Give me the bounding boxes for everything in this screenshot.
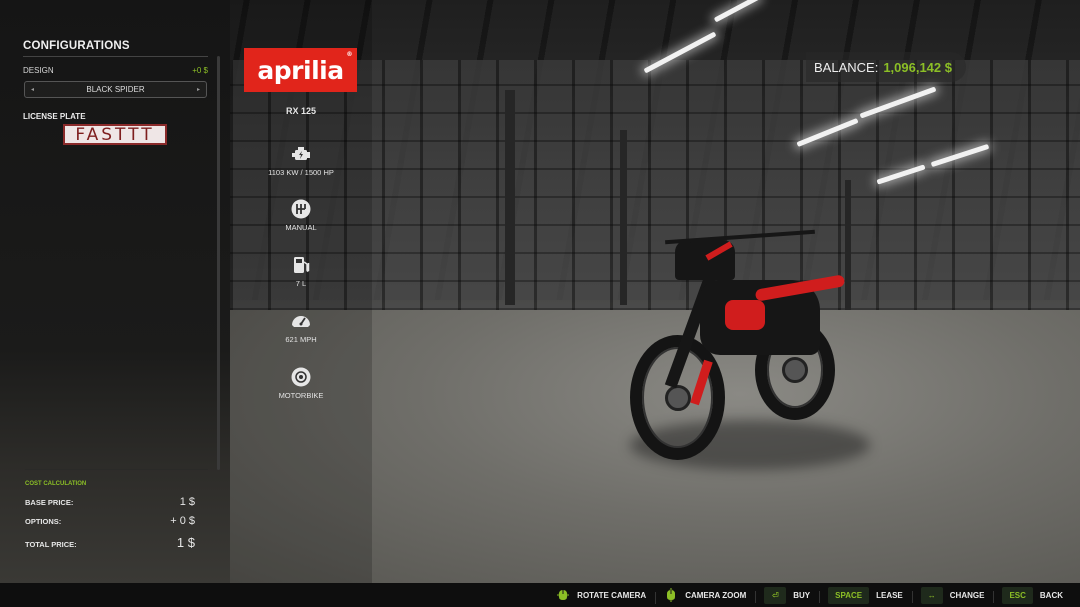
mouse-icon bbox=[667, 588, 676, 602]
enter-icon: ⏎ bbox=[764, 586, 787, 604]
handlebar bbox=[665, 229, 815, 245]
options-row: OPTIONS: + 0 $ bbox=[25, 515, 195, 527]
registered-mark: ® bbox=[346, 51, 353, 58]
spec-speed: 621 MPH bbox=[230, 311, 372, 344]
engine-icon bbox=[292, 147, 310, 160]
cost-value: 1 $ bbox=[176, 535, 195, 550]
spec-transmission: MANUAL bbox=[230, 199, 372, 232]
design-value: BLACK SPIDER bbox=[86, 85, 145, 94]
spec-text: MANUAL bbox=[285, 223, 317, 232]
hint-label: BACK bbox=[1039, 590, 1063, 600]
spec-text: 1103 KW / 1500 HP bbox=[268, 168, 334, 177]
divider bbox=[25, 469, 208, 470]
total-price-row: TOTAL PRICE: 1 $ bbox=[25, 535, 195, 550]
speedometer-icon bbox=[292, 316, 310, 327]
hint-label: CHANGE bbox=[949, 590, 985, 600]
brand-logo: aprilia ® bbox=[244, 48, 357, 92]
hint-label: ROTATE CAMERA bbox=[577, 590, 647, 600]
configurations-panel: CONFIGURATIONS DESIGN +0 $ ◂ BLACK SPIDE… bbox=[0, 0, 230, 583]
vehicle-info: aprilia ® RX 125 1103 KW / 1500 HP MANUA… bbox=[230, 0, 372, 583]
hint-change[interactable]: ↔ CHANGE bbox=[911, 586, 994, 604]
cost-calculation-title: COST CALCULATION bbox=[25, 481, 87, 487]
hint-label: LEASE bbox=[876, 590, 903, 600]
hint-back[interactable]: ESC BACK bbox=[993, 586, 1072, 604]
pillar bbox=[505, 90, 515, 305]
motorbike-model[interactable] bbox=[625, 210, 865, 470]
spec-text: 621 MPH bbox=[285, 335, 317, 344]
balance-label: BALANCE: bbox=[814, 59, 879, 75]
arrows-icon: ↔ bbox=[920, 586, 943, 604]
gearshift-icon bbox=[291, 199, 311, 219]
scrollbar[interactable] bbox=[217, 56, 220, 470]
arrow-left-icon[interactable]: ◂ bbox=[31, 86, 34, 93]
hint-buy[interactable]: ⏎ BUY bbox=[755, 586, 819, 604]
fuel-pump-icon bbox=[294, 257, 310, 273]
space-key: SPACE bbox=[828, 586, 870, 604]
wheel-icon bbox=[291, 367, 311, 387]
model-name: RX 125 bbox=[285, 106, 317, 116]
balance-value: 1,096,142 $ bbox=[883, 59, 952, 75]
hint-camera-zoom[interactable]: CAMERA ZOOM bbox=[655, 588, 755, 604]
bike-tank-graphic bbox=[725, 300, 765, 330]
design-label: DESIGN bbox=[23, 66, 54, 75]
license-plate-label: LICENSE PLATE bbox=[23, 112, 86, 121]
hint-lease[interactable]: SPACE LEASE bbox=[819, 586, 912, 604]
spec-type: MOTORBIKE bbox=[230, 367, 372, 400]
license-plate-input[interactable]: FASTTT bbox=[63, 124, 167, 145]
hint-label: CAMERA ZOOM bbox=[685, 590, 747, 600]
input-hint-bar: ROTATE CAMERA CAMERA ZOOM ⏎ BUY SPACE LE… bbox=[0, 583, 1080, 607]
panel-title: CONFIGURATIONS bbox=[23, 40, 130, 52]
cost-value: 1 $ bbox=[179, 496, 195, 508]
hint-label: BUY bbox=[793, 590, 811, 600]
spec-text: 7 L bbox=[295, 279, 307, 288]
cost-label: BASE PRICE: bbox=[25, 498, 74, 507]
cost-label: TOTAL PRICE: bbox=[25, 540, 77, 549]
brand-name: aprilia bbox=[257, 55, 344, 85]
design-selector[interactable]: ◂ BLACK SPIDER ▸ bbox=[24, 81, 207, 98]
cost-label: OPTIONS: bbox=[25, 517, 62, 526]
spec-text: MOTORBIKE bbox=[278, 391, 324, 400]
arrow-right-icon[interactable]: ▸ bbox=[197, 86, 200, 93]
esc-key: ESC bbox=[1002, 586, 1033, 604]
divider bbox=[23, 56, 208, 57]
spec-fuel: 7 L bbox=[230, 255, 372, 288]
design-price: +0 $ bbox=[192, 66, 208, 75]
cost-value: + 0 $ bbox=[170, 515, 195, 527]
hint-rotate-camera[interactable]: ROTATE CAMERA bbox=[547, 588, 655, 602]
base-price-row: BASE PRICE: 1 $ bbox=[25, 496, 195, 508]
mouse-icon bbox=[557, 590, 570, 600]
balance-display: BALANCE: 1,096,142 $ bbox=[806, 52, 966, 82]
spec-power: 1103 KW / 1500 HP bbox=[230, 144, 372, 177]
